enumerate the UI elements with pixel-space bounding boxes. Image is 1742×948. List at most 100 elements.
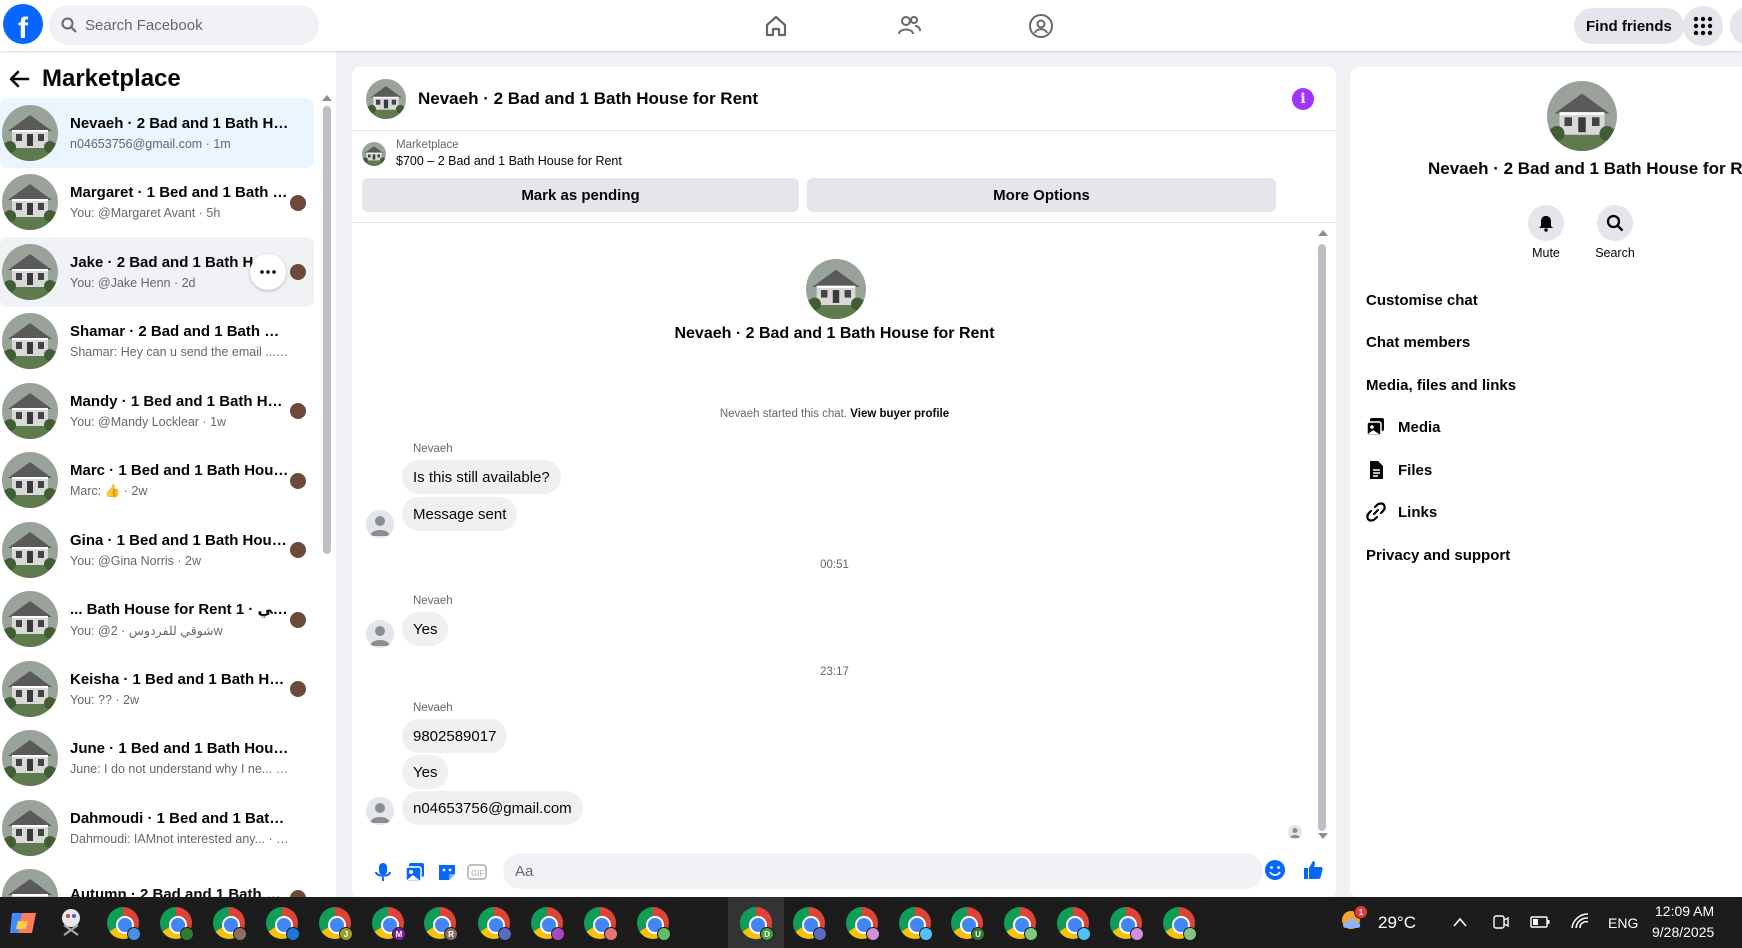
conversation-item[interactable]: Keisha · 1 Bed and 1 Bath Hou... You: ?? … (0, 654, 314, 724)
sender-name: Nevaeh (413, 595, 453, 607)
profile-badge (498, 927, 512, 941)
scroll-up-arrow[interactable] (322, 95, 332, 101)
scroll-up-arrow[interactable] (1318, 230, 1328, 236)
conversation-item[interactable]: Nevaeh · 2 Bad and 1 Bath Hous... n046537… (0, 98, 314, 168)
chrome-profile-icon[interactable] (1057, 907, 1091, 941)
conversation-item[interactable]: Margaret · 1 Bed and 1 Bath H... You: @Ma… (0, 168, 314, 238)
gallery-icon[interactable] (404, 861, 426, 883)
message-bubble[interactable]: Yes (402, 612, 449, 646)
chat-scrollbar[interactable] (1318, 244, 1326, 831)
privacy-support-label: Privacy and support (1366, 546, 1511, 564)
conversation-item[interactable]: Marc · 1 Bed and 1 Bath House f... Marc: … (0, 446, 314, 516)
chrome-profile-icon[interactable] (478, 907, 512, 941)
message-bubble[interactable]: Yes (402, 755, 449, 789)
chrome-profile-icon[interactable]: R (424, 907, 458, 941)
links-item[interactable]: Links (1366, 495, 1437, 529)
conversation-item[interactable]: ... Bath House for Rent 1 · شوقي You: @شو… (0, 585, 314, 655)
sender-avatar[interactable] (366, 797, 394, 825)
conversation-item[interactable]: Autumn · 2 Bad and 1 Bath Ho... (0, 863, 314, 897)
chat-title[interactable]: Nevaeh · 2 Bad and 1 Bath House for Rent (418, 89, 758, 109)
chrome-profile-icon[interactable] (899, 907, 933, 941)
media-item[interactable]: Media (1366, 410, 1441, 444)
chrome-profile-icon[interactable]: M (372, 907, 406, 941)
search-box[interactable] (49, 5, 319, 45)
more-options-icon[interactable] (250, 254, 286, 290)
chat-started-notice: Nevaeh started this chat. View buyer pro… (352, 408, 1317, 420)
chrome-profile-icon-active[interactable]: D (740, 907, 774, 941)
thumbs-up-icon[interactable] (1302, 859, 1324, 881)
message-bubble[interactable]: Message sent (402, 497, 518, 531)
chrome-profile-icon[interactable] (1110, 907, 1144, 941)
microphone-icon[interactable] (372, 861, 394, 883)
back-arrow-icon[interactable] (8, 68, 30, 90)
mark-as-pending-button[interactable]: Mark as pending (362, 178, 799, 212)
wifi-icon[interactable] (1570, 912, 1590, 930)
more-options-button[interactable]: More Options (807, 178, 1276, 212)
chrome-profile-icon[interactable] (160, 907, 194, 941)
gif-icon[interactable]: GIF (466, 861, 488, 883)
info-icon[interactable]: i (1292, 88, 1314, 110)
conversation-avatar (2, 382, 58, 439)
chrome-profile-icon[interactable] (846, 907, 880, 941)
chrome-profile-icon[interactable] (266, 907, 300, 941)
chrome-profile-icon[interactable] (213, 907, 247, 941)
chrome-profile-icon[interactable] (1004, 907, 1038, 941)
groups-icon[interactable] (1023, 8, 1059, 44)
read-receipt-avatar (290, 611, 306, 628)
chevron-up-icon[interactable] (1452, 916, 1468, 928)
copilot-icon[interactable] (8, 909, 38, 937)
chrome-profile-icon[interactable] (531, 907, 565, 941)
find-friends-button[interactable]: Find friends (1574, 8, 1684, 44)
sidebar-scrollbar[interactable] (323, 106, 331, 554)
conversation-item[interactable]: Shamar · 2 Bad and 1 Bath Hous... Shamar:… (0, 307, 314, 377)
snipping-tool-icon[interactable] (56, 907, 86, 937)
chrome-profile-icon[interactable]: U (951, 907, 985, 941)
privacy-support-item[interactable]: Privacy and support (1366, 538, 1510, 572)
scroll-down-arrow[interactable] (1318, 833, 1328, 839)
details-avatar[interactable] (1547, 81, 1617, 151)
profile-badge (919, 927, 933, 941)
chrome-profile-icon[interactable] (637, 907, 671, 941)
sender-avatar[interactable] (366, 510, 394, 538)
chrome-profile-icon[interactable] (584, 907, 618, 941)
customise-chat-item[interactable]: Customise chat (1366, 283, 1478, 317)
message-bubble[interactable]: n04653756@gmail.com (402, 791, 583, 825)
friends-icon[interactable] (891, 8, 927, 44)
files-item[interactable]: Files (1366, 453, 1432, 487)
message-bubble[interactable]: 9802589017 (402, 719, 508, 753)
conversation-item[interactable]: Gina · 1 Bed and 1 Bath House... You: @Gi… (0, 515, 314, 585)
emoji-icon[interactable] (1264, 859, 1286, 881)
marketplace-label: Marketplace (396, 139, 459, 151)
conversation-item[interactable]: Mandy · 1 Bed and 1 Bath Hou... You: @Man… (0, 376, 314, 446)
message-input[interactable] (503, 853, 1263, 889)
meet-now-icon[interactable] (1492, 913, 1510, 931)
menu-grid-icon[interactable] (1683, 6, 1723, 46)
mute-button[interactable]: Mute (1519, 205, 1573, 260)
conversation-item[interactable]: Jake · 2 Bad and 1 Bath Hous You: @Jake H… (0, 237, 314, 307)
media-files-links-item[interactable]: Media, files and links (1366, 368, 1516, 402)
conversation-title: Nevaeh · 2 Bad and 1 Bath Hous... (70, 114, 290, 132)
chrome-profile-icon[interactable]: J (319, 907, 353, 941)
chrome-profile-icon[interactable] (107, 907, 141, 941)
sticker-icon[interactable] (436, 861, 458, 883)
language-indicator[interactable]: ENG (1608, 915, 1638, 931)
chat-members-item[interactable]: Chat members (1366, 325, 1470, 359)
facebook-logo-icon[interactable]: f (3, 4, 43, 44)
chrome-profile-icon[interactable] (1163, 907, 1197, 941)
search-input[interactable] (85, 16, 305, 34)
listing-avatar[interactable] (366, 78, 406, 119)
search-in-chat-button[interactable]: Search (1588, 205, 1642, 260)
chrome-profile-icon[interactable] (793, 907, 827, 941)
view-buyer-profile-link[interactable]: View buyer profile (850, 408, 949, 420)
battery-icon[interactable] (1530, 915, 1550, 929)
profile-badge (1077, 927, 1091, 941)
home-icon[interactable] (758, 8, 794, 44)
sender-avatar[interactable] (366, 620, 394, 648)
message-bubble[interactable]: Is this still available? (402, 460, 561, 494)
clock-date[interactable]: 9/28/2025 (1652, 924, 1714, 940)
conversation-item[interactable]: Dahmoudi · 1 Bed and 1 Bath Ho... Dahmoud… (0, 793, 314, 863)
clock-time[interactable]: 12:09 AM (1655, 903, 1714, 919)
messenger-button[interactable] (1730, 6, 1742, 46)
listing-summary[interactable]: Marketplace $700 – 2 Bad and 1 Bath Hous… (362, 139, 622, 168)
conversation-item[interactable]: June · 1 Bed and 1 Bath House fo... June:… (0, 724, 314, 794)
